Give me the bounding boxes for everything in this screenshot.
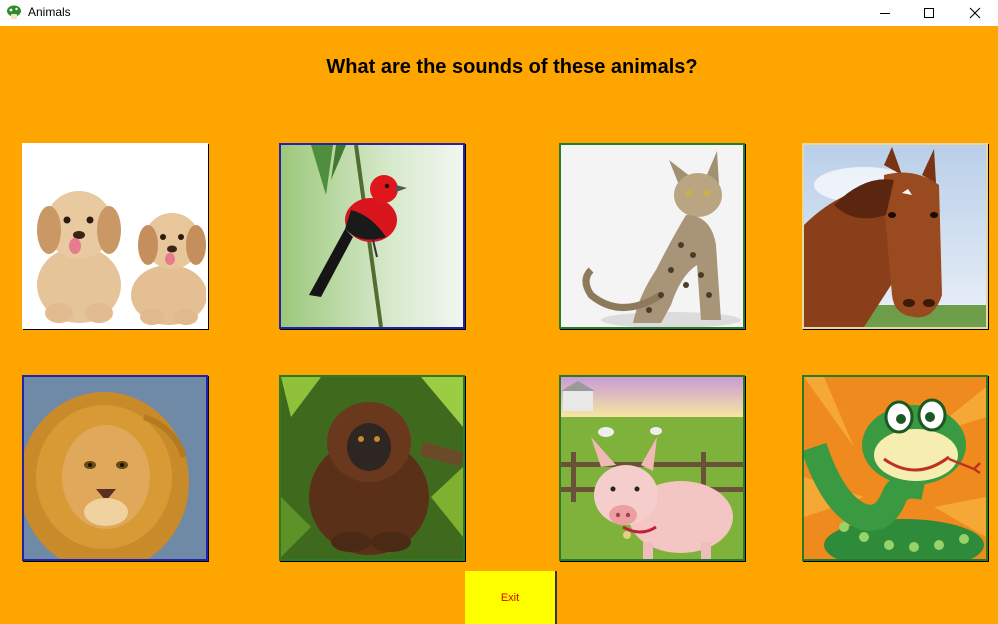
lion-card[interactable]: [22, 375, 208, 561]
snake-card[interactable]: [802, 375, 988, 561]
cat-image: [561, 145, 743, 327]
minimize-button[interactable]: [862, 0, 908, 26]
maximize-button[interactable]: [906, 0, 952, 26]
pig-card[interactable]: [559, 375, 745, 561]
close-icon: [969, 7, 981, 19]
dogs-card[interactable]: [22, 143, 208, 329]
exit-button[interactable]: Exit: [465, 571, 557, 624]
snake-image: [804, 377, 986, 559]
minimize-icon: [880, 13, 890, 14]
lion-image: [24, 377, 206, 559]
pig-image: [561, 377, 743, 559]
window-title: Animals: [28, 5, 71, 19]
bird-card[interactable]: [279, 143, 465, 329]
title-bar: Animals: [0, 0, 998, 26]
maximize-icon: [924, 8, 934, 18]
monkey-image: [281, 377, 463, 559]
close-button[interactable]: [952, 0, 998, 26]
app-icon: [7, 5, 21, 19]
page-heading: What are the sounds of these animals?: [326, 56, 698, 78]
monkey-card[interactable]: [279, 375, 465, 561]
horse-image: [804, 145, 986, 327]
cat-card[interactable]: [559, 143, 745, 329]
horse-card[interactable]: [802, 143, 988, 329]
bird-image: [281, 145, 463, 327]
dogs-image: [24, 145, 206, 327]
